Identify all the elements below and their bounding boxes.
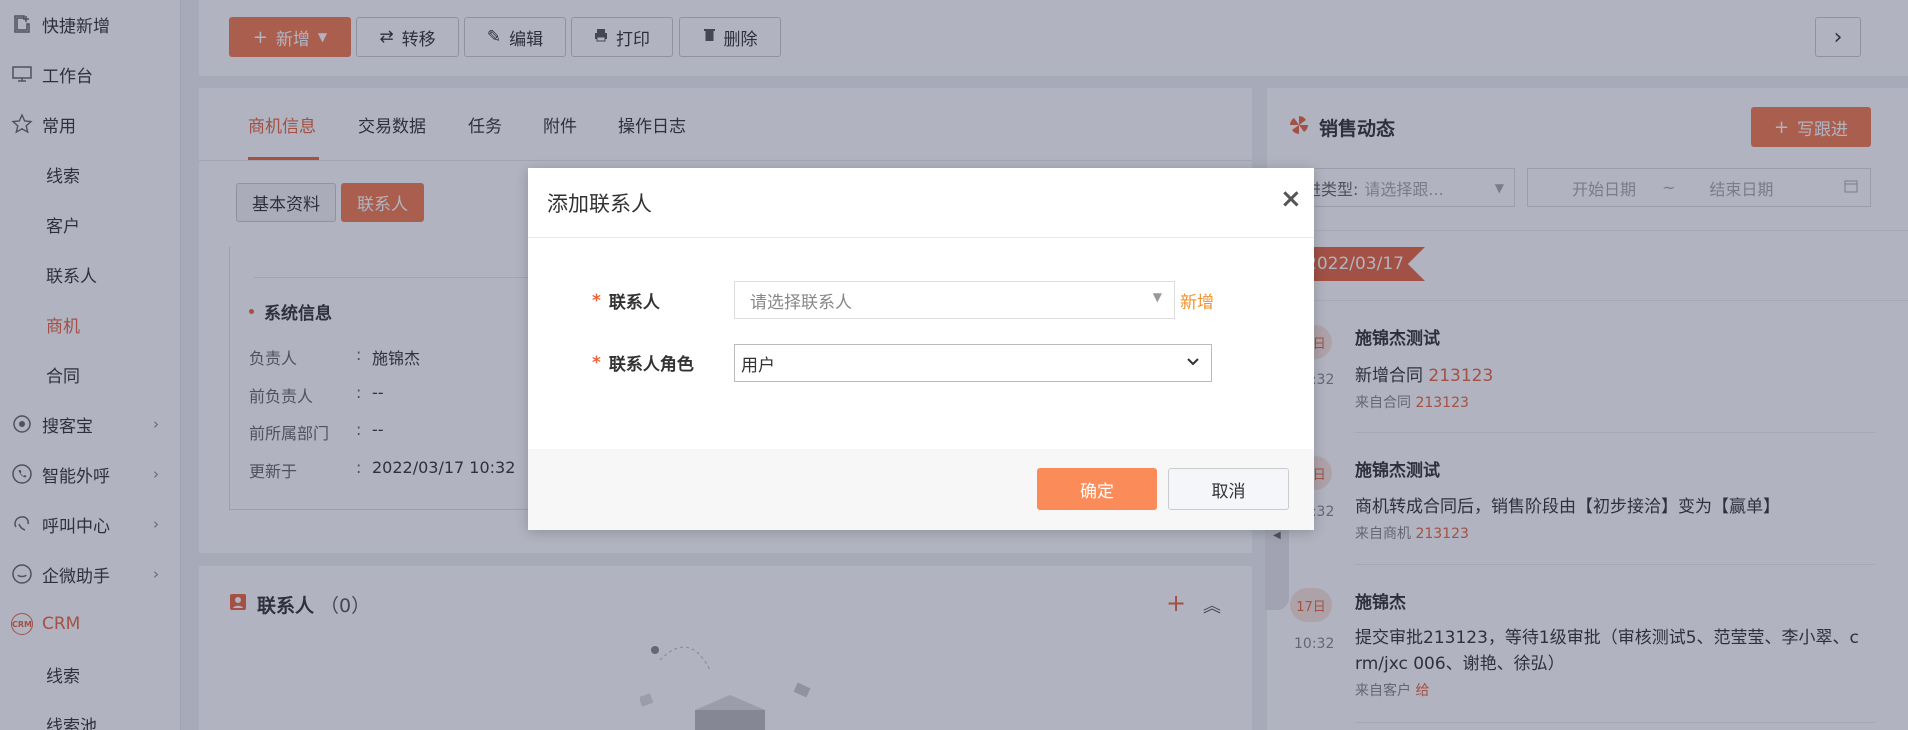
contact-role-select[interactable]: 用户 bbox=[734, 344, 1212, 382]
confirm-button[interactable]: 确定 bbox=[1037, 468, 1157, 510]
dialog-title: 添加联系人 bbox=[547, 192, 652, 216]
dialog-footer: 确定 取消 bbox=[528, 449, 1314, 530]
chevron-down-icon bbox=[1187, 351, 1199, 376]
add-contact-dialog: 添加联系人 × * 联系人 请选择联系人 ▼ 新增 * 联系人角色 用户 确定 … bbox=[528, 168, 1314, 530]
cancel-button[interactable]: 取消 bbox=[1168, 468, 1289, 510]
contact-role-label: * 联系人角色 bbox=[592, 352, 694, 376]
close-icon[interactable]: × bbox=[1280, 184, 1302, 214]
dialog-header: 添加联系人 × bbox=[528, 168, 1314, 238]
contact-select[interactable]: 请选择联系人 ▼ bbox=[734, 281, 1175, 319]
new-contact-link[interactable]: 新增 bbox=[1180, 288, 1214, 313]
contact-label: * 联系人 bbox=[592, 290, 660, 314]
caret-down-icon: ▼ bbox=[1152, 290, 1162, 304]
